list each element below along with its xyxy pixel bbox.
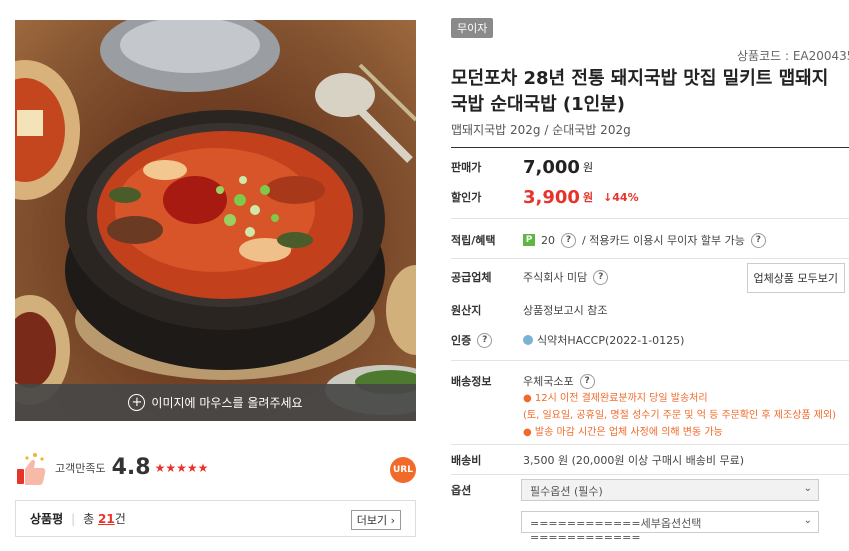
haccp-icon (523, 335, 533, 345)
help-icon[interactable]: ? (561, 232, 576, 248)
certification-label-wrap: 인증 ? (451, 332, 523, 348)
detail-option-value: ============세부옵션선택============ (530, 517, 702, 544)
origin-row: 원산지 상품정보고시 참조 (451, 300, 849, 320)
points-value: 20 (541, 233, 555, 247)
review-count-prefix: 총 (83, 512, 95, 526)
image-hover-hint: + 이미지에 마우스를 올려주세요 (15, 384, 416, 421)
origin-label: 원산지 (451, 304, 482, 317)
certification-row: 인증 ? 식약처HACCP(2022-1-0125) (451, 330, 849, 350)
certification-value: 식약처HACCP(2022-1-0125) (537, 334, 685, 347)
shipping-method: 우체국소포 (523, 375, 574, 388)
review-separator: | (71, 511, 76, 526)
review-summary: 상품평 | 총 21건 더보기 › (15, 500, 416, 537)
supplier-value[interactable]: 주식회사 미담 (523, 269, 587, 285)
origin-value: 상품정보고시 참조 (523, 304, 608, 317)
divider (451, 218, 849, 219)
divider (451, 444, 849, 445)
review-label: 상품평 (30, 512, 64, 526)
price-row: 판매가 7,000 원 (451, 156, 849, 178)
supplier-row: 공급업체 주식회사 미담 ? 업체상품 모두보기 (451, 263, 849, 293)
options-label: 옵션 (451, 484, 472, 497)
interest-free-badge: 무이자 (451, 18, 494, 38)
points-label: 적립/혜택 (451, 234, 496, 247)
zoom-plus-icon: + (128, 394, 146, 411)
product-code: 상품코드 : EA2004355 (737, 49, 849, 63)
required-option-value: 필수옵션 (필수) (530, 485, 603, 498)
detail-option-select[interactable]: ============세부옵션선택============ ⌄ (521, 511, 819, 544)
help-icon[interactable]: ? (750, 232, 766, 248)
divider (451, 147, 849, 148)
rating-value: 4.8 (111, 455, 151, 480)
help-icon[interactable]: ? (593, 269, 609, 285)
review-count-suffix: 건 (114, 512, 126, 526)
price-unit: 원 (582, 161, 594, 174)
stew-illustration (15, 20, 416, 421)
product-title: 모던포차 28년 전통 돼지국밥 맛집 밀키트 맵돼지 국밥 순대국밥 (1인분… (451, 68, 829, 115)
product-image[interactable]: + 이미지에 마우스를 올려주세요 (15, 20, 416, 421)
shipping-fee-row: 배송비 3,500 원 (20,000원 이상 구매시 배송비 무료) (451, 450, 849, 470)
point-icon: P (523, 234, 535, 246)
certification-label: 인증 (451, 334, 472, 347)
shipping-fee-label: 배송비 (451, 454, 482, 467)
shipping-note: ● 12시 이전 결제완료분까지 당일 발송처리 (523, 393, 708, 404)
help-icon[interactable]: ? (579, 373, 595, 389)
review-more-label: 더보기 (356, 514, 388, 527)
product-details: 무이자 상품코드 : EA2004355 모던포차 28년 전통 돼지국밥 맛집… (449, 0, 849, 551)
required-option-select[interactable]: 필수옵션 (필수) ⌄ (521, 479, 819, 501)
discount-value: 3,900 (523, 186, 580, 208)
thumbs-up-icon (15, 449, 49, 487)
help-icon[interactable]: ? (477, 332, 493, 348)
rating-row: 고객만족도 4.8 ★★★★★ URL (15, 445, 416, 490)
shipping-note: (토, 일요일, 공휴일, 명절 성수기 주문 및 억 등 주문확인 후 제조상… (523, 410, 837, 421)
hover-hint-text: 이미지에 마우스를 올려주세요 (151, 396, 303, 410)
chevron-down-icon: ⌄ (803, 483, 812, 494)
divider (451, 360, 849, 361)
review-count: 총 21건 (83, 510, 126, 527)
supplier-products-button[interactable]: 업체상품 모두보기 (746, 263, 845, 293)
shipping-label: 배송정보 (451, 375, 492, 388)
product-subtitle: 맵돼지국밥 202g / 순대국밥 202g (451, 123, 631, 137)
discount-row: 할인가 3,900 원 ↓44% (451, 186, 849, 208)
supplier-label: 공급업체 (451, 271, 492, 284)
discount-percent: ↓44% (603, 190, 639, 204)
card-benefit-text: / 적용카드 이용시 무이자 할부 가능 (582, 234, 745, 247)
shipping-notes: ● 12시 이전 결제완료분까지 당일 발송처리 (토, 일요일, 공휴일, 명… (523, 390, 849, 441)
rating-stars: ★★★★★ (154, 460, 209, 475)
discount-label: 할인가 (451, 191, 482, 204)
price-label: 판매가 (451, 161, 482, 174)
points-row: 적립/혜택 P 20 ? / 적용카드 이용시 무이자 할부 가능 ? (451, 230, 849, 250)
divider (451, 258, 849, 259)
review-count-number: 21 (98, 512, 115, 526)
review-more-button[interactable]: 더보기 › (350, 510, 401, 530)
shipping-note: ● 발송 마감 시간은 업체 사정에 의해 변동 가능 (523, 427, 723, 438)
price-value: 7,000 (523, 156, 580, 178)
shipping-fee-value: 3,500 원 (20,000원 이상 구매시 배송비 무료) (523, 454, 744, 467)
chevron-right-icon: › (390, 514, 395, 527)
shipping-row: 배송정보 우체국소포 ? (451, 371, 849, 391)
chevron-down-icon: ⌄ (803, 515, 812, 526)
discount-unit: 원 (582, 191, 594, 204)
rating-label: 고객만족도 (55, 461, 106, 475)
url-button[interactable]: URL (390, 457, 416, 483)
divider (451, 474, 849, 475)
